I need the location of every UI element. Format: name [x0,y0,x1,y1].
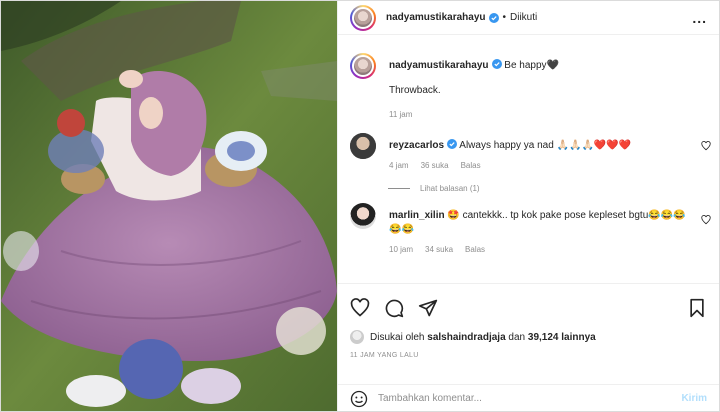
comments-section: nadyamustikarahayu Be happy🖤 Throwback. … [338,53,719,254]
comment-bubble-icon[interactable] [384,298,404,318]
commenter-username[interactable]: marlin_xilin [389,210,445,221]
post-time-ago[interactable]: 11 JAM YANG LALU [338,344,719,359]
comment-body: Always happy ya nad 🙏🏻🙏🏻🙏🏻❤️❤️❤️ [459,140,632,151]
view-replies-line [388,188,410,189]
emoji-smiley-icon[interactable] [350,390,368,408]
caption-body: Be happy🖤 [504,60,559,71]
post-actions-section: Disukai oleh salshaindradjaja dan 39,124… [338,283,719,407]
verified-badge-icon [491,59,502,69]
action-icons [338,284,719,318]
share-direct-icon[interactable] [418,298,438,318]
post-sidebar: nadyamustikarahayu • Diikuti ... nadyamu… [337,1,719,411]
caption-username[interactable]: nadyamustikarahayu [389,60,489,71]
comment-meta: 10 jam 34 suka Balas [389,245,693,254]
add-comment-bar: Kirim [338,384,719,412]
comment-reply-button[interactable]: Balas [461,161,481,170]
comment-text: reyzacarlos Always happy ya nad 🙏🏻🙏🏻🙏🏻❤️… [389,133,693,153]
post-photo-image [1,1,337,411]
comment-reply-button[interactable]: Balas [465,245,485,254]
view-replies-button[interactable]: Lihat balasan (1) [388,184,719,193]
likes-summary: Disukai oleh salshaindradjaja dan 39,124… [338,318,719,344]
comment-like-heart-icon[interactable] [701,141,711,151]
comment-row: reyzacarlos Always happy ya nad 🙏🏻🙏🏻🙏🏻❤️… [338,133,719,170]
add-comment-input[interactable] [378,393,682,404]
comment-like-count[interactable]: 36 suka [421,161,449,170]
save-bookmark-icon[interactable] [687,298,707,318]
caption-line2: Throwback. [389,85,441,96]
comment-meta: 4 jam 36 suka Balas [389,161,693,170]
liker-avatar[interactable] [350,330,364,344]
comment-text: marlin_xilin 🤩 cantekkk.. tp kok pake po… [389,203,693,237]
comment-like-count[interactable]: 34 suka [425,245,453,254]
author-username[interactable]: nadyamustikarahayu [386,12,486,23]
post-photo[interactable] [1,1,337,411]
comment-row: marlin_xilin 🤩 cantekkk.. tp kok pake po… [338,203,719,254]
comment-time[interactable]: 10 jam [389,245,413,254]
caption-row: nadyamustikarahayu Be happy🖤 Throwback. … [338,53,719,119]
post-comment-button[interactable]: Kirim [681,393,707,404]
verified-badge-icon [447,139,458,149]
likes-count[interactable]: 39,124 lainnya [528,332,596,343]
more-options-icon[interactable]: ... [692,10,707,26]
follow-status-button[interactable]: Diikuti [510,12,537,23]
commenter-avatar[interactable] [350,133,376,159]
likes-prefix: Disukai oleh [370,331,425,343]
caption-text: nadyamustikarahayu Be happy🖤 [389,53,693,73]
header-separator: • [502,12,507,23]
like-heart-icon[interactable] [350,298,370,318]
caption-avatar[interactable] [350,53,376,79]
likes-and: dan [508,331,526,343]
caption-meta: 11 jam [389,110,693,119]
instagram-post: nadyamustikarahayu • Diikuti ... nadyamu… [0,0,720,412]
comment-like-heart-icon[interactable] [701,215,711,225]
view-replies-label: Lihat balasan (1) [420,184,480,193]
liker-username[interactable]: salshaindradjaja [427,332,505,343]
author-avatar[interactable] [350,4,376,31]
commenter-username[interactable]: reyzacarlos [389,140,444,151]
verified-badge-icon [488,12,499,23]
commenter-avatar[interactable] [350,203,376,229]
caption-time[interactable]: 11 jam [389,110,412,119]
post-header: nadyamustikarahayu • Diikuti ... [338,1,719,35]
comment-time[interactable]: 4 jam [389,161,409,170]
